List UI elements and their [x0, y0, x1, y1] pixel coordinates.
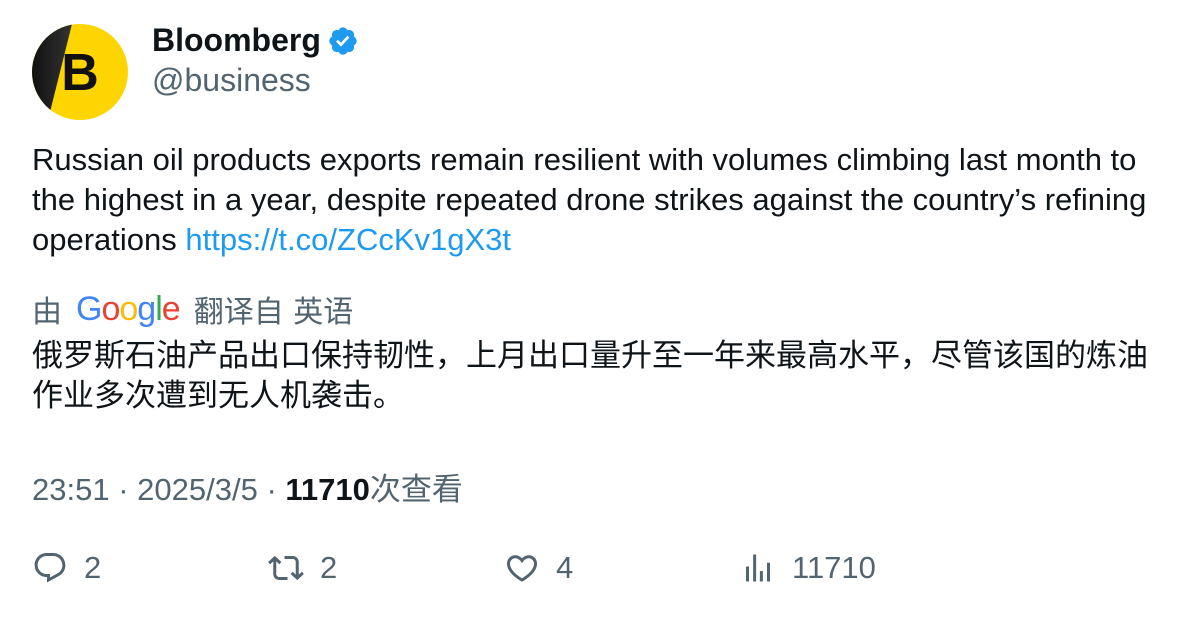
- views-count: 11710: [285, 472, 370, 507]
- like-count: 4: [556, 550, 574, 585]
- translation-prefix: 由: [32, 295, 62, 330]
- analytics-icon: [746, 554, 770, 582]
- tweet-date[interactable]: 2025/3/5: [137, 472, 258, 507]
- views-action-count: 11710: [792, 550, 876, 585]
- meta-separator-2: ·: [266, 472, 277, 507]
- heart-icon: [506, 555, 538, 582]
- retweet-icon: [268, 555, 304, 581]
- avatar[interactable]: B: [32, 24, 128, 120]
- google-logo-letter: o: [101, 289, 120, 328]
- like-button[interactable]: 4: [504, 550, 573, 586]
- author-display-name[interactable]: Bloomberg: [152, 22, 321, 59]
- avatar-letter: B: [61, 44, 99, 102]
- tweet-text: Russian oil products exports remain resi…: [32, 140, 1162, 260]
- retweet-button[interactable]: 2: [268, 550, 337, 586]
- translated-text: 俄罗斯石油产品出口保持韧性，上月出口量升至一年来最高水平，尽管该国的炼油作业多次…: [32, 338, 1148, 414]
- google-logo-letter: o: [119, 289, 138, 328]
- views-label: 次查看: [369, 472, 463, 508]
- reply-icon: [34, 553, 66, 583]
- google-logo-letter: G: [76, 289, 102, 328]
- google-logo-letter: e: [161, 289, 181, 328]
- google-logo: Google: [76, 289, 181, 329]
- reply-count: 2: [84, 550, 102, 585]
- translation-attribution: 由 Google 翻译自 英语: [32, 287, 353, 331]
- retweet-count: 2: [320, 550, 338, 585]
- tweet-time[interactable]: 23:51: [32, 472, 110, 507]
- tweet-meta: 23:51 · 2025/3/5 · 11710次查看: [32, 464, 463, 509]
- verified-badge-icon: [327, 25, 359, 57]
- google-logo-letter: g: [137, 289, 156, 328]
- author-handle[interactable]: @business: [152, 62, 311, 99]
- author-name-row: Bloomberg: [152, 22, 359, 59]
- translation-suffix: 翻译自 英语: [193, 295, 354, 330]
- reply-button[interactable]: 2: [32, 550, 101, 586]
- tweet-link[interactable]: https://t.co/ZCcKv1gX3t: [185, 222, 511, 257]
- views-button[interactable]: 11710: [740, 550, 876, 586]
- action-bar: 2 2 4 11710: [32, 550, 1162, 594]
- meta-separator: ·: [118, 472, 129, 507]
